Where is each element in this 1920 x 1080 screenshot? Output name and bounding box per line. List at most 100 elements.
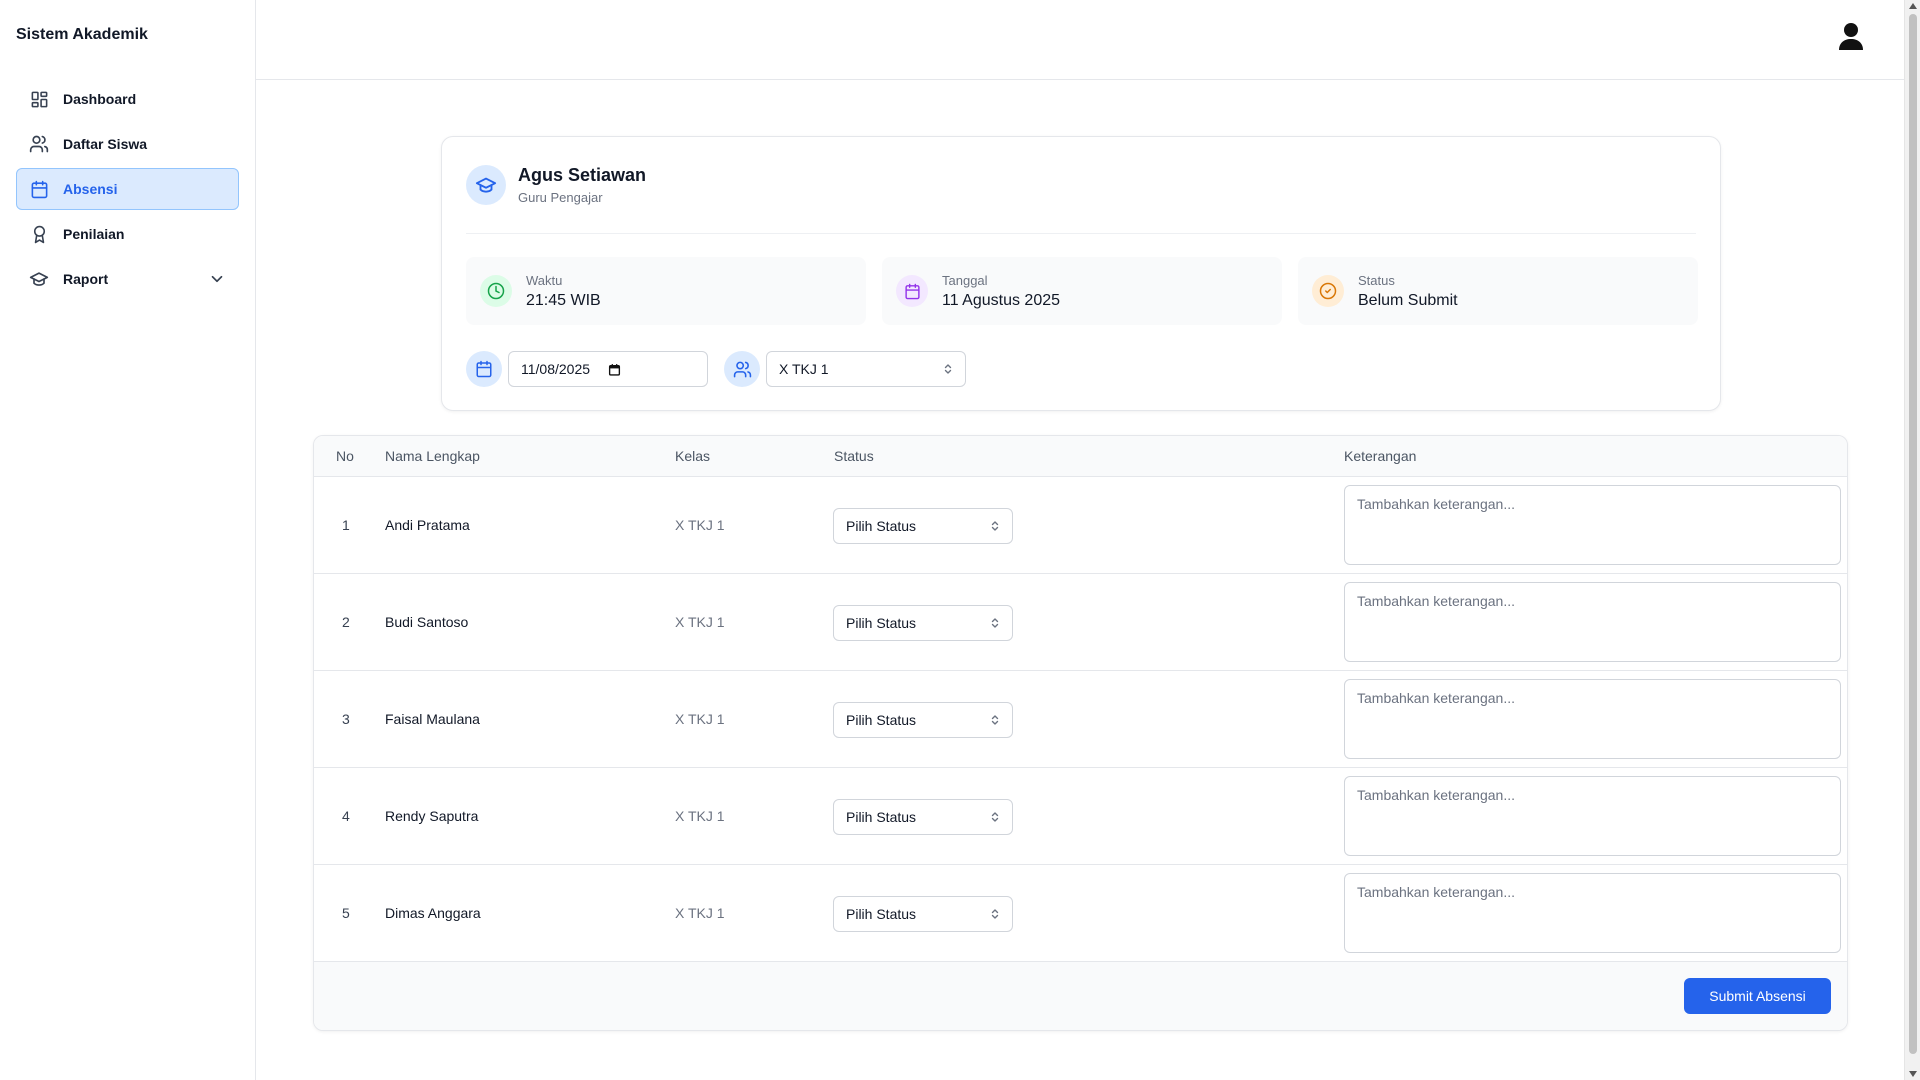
info-value: 11 Agustus 2025: [942, 291, 1061, 309]
info-value: Belum Submit: [1358, 291, 1458, 309]
row-kelas: X TKJ 1: [675, 517, 725, 533]
sidebar-nav: Dashboard Daftar Siswa Absensi Penilaian…: [16, 78, 239, 303]
chevron-down-icon[interactable]: [208, 270, 226, 288]
status-select[interactable]: Pilih Status: [833, 799, 1013, 835]
info-status: Status Belum Submit: [1298, 257, 1698, 325]
header-keterangan: Keterangan: [1344, 448, 1417, 464]
sidebar-item-label: Daftar Siswa: [63, 136, 148, 152]
status-select-value: Pilih Status: [846, 809, 917, 825]
topbar: [256, 0, 1904, 80]
keterangan-input[interactable]: [1344, 679, 1841, 759]
row-no: 2: [342, 614, 350, 630]
submit-absensi-button[interactable]: Submit Absensi: [1684, 978, 1831, 1014]
calendar-icon: [896, 275, 928, 307]
date-input[interactable]: 11/08/2025: [508, 351, 708, 387]
row-kelas: X TKJ 1: [675, 808, 725, 824]
table-row: 3 Faisal Maulana X TKJ 1 Pilih Status: [314, 671, 1847, 768]
info-date: Tanggal 11 Agustus 2025: [882, 257, 1282, 325]
scroll-thumb[interactable]: [1909, 14, 1917, 1054]
check-circle-icon: [1312, 275, 1344, 307]
header-no: No: [336, 448, 354, 464]
teacher-card: Agus Setiawan Guru Pengajar Waktu 21:45 …: [441, 136, 1721, 411]
scrollbar[interactable]: [1904, 0, 1920, 1080]
info-row: Waktu 21:45 WIB Tanggal 11 Agustus 2025 …: [466, 257, 1698, 325]
keterangan-input[interactable]: [1344, 873, 1841, 953]
row-kelas: X TKJ 1: [675, 614, 725, 630]
sidebar-item-label: Dashboard: [63, 91, 137, 107]
sidebar-item-absensi[interactable]: Absensi: [16, 168, 239, 210]
calendar-icon: [29, 179, 49, 199]
table-body: 1 Andi Pratama X TKJ 1 Pilih Status 2 Bu…: [314, 477, 1847, 962]
scroll-up-arrow-icon[interactable]: [1909, 3, 1917, 9]
row-no: 4: [342, 808, 350, 824]
select-arrows-icon: [990, 520, 1000, 532]
info-label: Waktu: [526, 272, 563, 288]
header-name: Nama Lengkap: [385, 448, 480, 464]
info-time: Waktu 21:45 WIB: [466, 257, 866, 325]
users-icon: [29, 134, 49, 154]
user-avatar-icon[interactable]: [1838, 22, 1864, 50]
table-row: 2 Budi Santoso X TKJ 1 Pilih Status: [314, 574, 1847, 671]
teacher-role: Guru Pengajar: [518, 190, 603, 205]
info-label: Tanggal: [942, 272, 988, 288]
select-arrows-icon: [943, 363, 953, 375]
users-icon: [724, 351, 760, 387]
sidebar-item-label: Raport: [63, 271, 109, 287]
status-select-value: Pilih Status: [846, 518, 917, 534]
select-arrows-icon: [990, 714, 1000, 726]
table-header: No Nama Lengkap Kelas Status Keterangan: [314, 436, 1847, 477]
class-select-value: X TKJ 1: [779, 361, 829, 377]
date-input-value: 11/08/2025: [521, 361, 591, 377]
class-select[interactable]: X TKJ 1: [766, 351, 966, 387]
info-label: Status: [1358, 272, 1395, 288]
calendar-icon: [466, 351, 502, 387]
status-select-value: Pilih Status: [846, 906, 917, 922]
info-value: 21:45 WIB: [526, 291, 601, 309]
app-title: Sistem Akademik: [16, 26, 148, 43]
row-name: Faisal Maulana: [385, 711, 480, 727]
calendar-picker-icon[interactable]: [608, 363, 621, 376]
table-row: 4 Rendy Saputra X TKJ 1 Pilih Status: [314, 768, 1847, 865]
status-select[interactable]: Pilih Status: [833, 508, 1013, 544]
row-no: 1: [342, 517, 350, 533]
teacher-name: Agus Setiawan: [518, 165, 647, 185]
select-arrows-icon: [990, 617, 1000, 629]
teacher-header: Agus Setiawan Guru Pengajar: [466, 165, 646, 205]
row-kelas: X TKJ 1: [675, 905, 725, 921]
graduation-cap-icon: [466, 165, 506, 205]
status-select-value: Pilih Status: [846, 615, 917, 631]
status-select-value: Pilih Status: [846, 712, 917, 728]
sidebar-item-penilaian[interactable]: Penilaian: [16, 213, 239, 255]
graduation-cap-icon: [29, 269, 49, 289]
filters: 11/08/2025 X TKJ 1: [466, 351, 982, 387]
sidebar: Sistem Akademik Dashboard Daftar Siswa A…: [0, 0, 256, 1080]
sidebar-item-label: Penilaian: [63, 226, 125, 242]
divider: [466, 233, 1696, 234]
table-row: 5 Dimas Anggara X TKJ 1 Pilih Status: [314, 865, 1847, 962]
select-arrows-icon: [990, 811, 1000, 823]
clock-icon: [480, 275, 512, 307]
table-row: 1 Andi Pratama X TKJ 1 Pilih Status: [314, 477, 1847, 574]
scroll-down-arrow-icon[interactable]: [1909, 1071, 1917, 1077]
award-icon: [29, 224, 49, 244]
keterangan-input[interactable]: [1344, 776, 1841, 856]
row-no: 5: [342, 905, 350, 921]
keterangan-input[interactable]: [1344, 485, 1841, 565]
row-name: Rendy Saputra: [385, 808, 479, 824]
keterangan-input[interactable]: [1344, 582, 1841, 662]
row-kelas: X TKJ 1: [675, 711, 725, 727]
sidebar-item-raport[interactable]: Raport: [16, 258, 239, 300]
status-select[interactable]: Pilih Status: [833, 702, 1013, 738]
row-name: Andi Pratama: [385, 517, 470, 533]
sidebar-item-daftar-siswa[interactable]: Daftar Siswa: [16, 123, 239, 165]
row-name: Budi Santoso: [385, 614, 469, 630]
row-name: Dimas Anggara: [385, 905, 481, 921]
status-select[interactable]: Pilih Status: [833, 605, 1013, 641]
header-status: Status: [834, 448, 874, 464]
sidebar-item-dashboard[interactable]: Dashboard: [16, 78, 239, 120]
select-arrows-icon: [990, 908, 1000, 920]
attendance-table: No Nama Lengkap Kelas Status Keterangan …: [313, 435, 1848, 1031]
header-kelas: Kelas: [675, 448, 711, 464]
status-select[interactable]: Pilih Status: [833, 896, 1013, 932]
dashboard-icon: [29, 89, 49, 109]
